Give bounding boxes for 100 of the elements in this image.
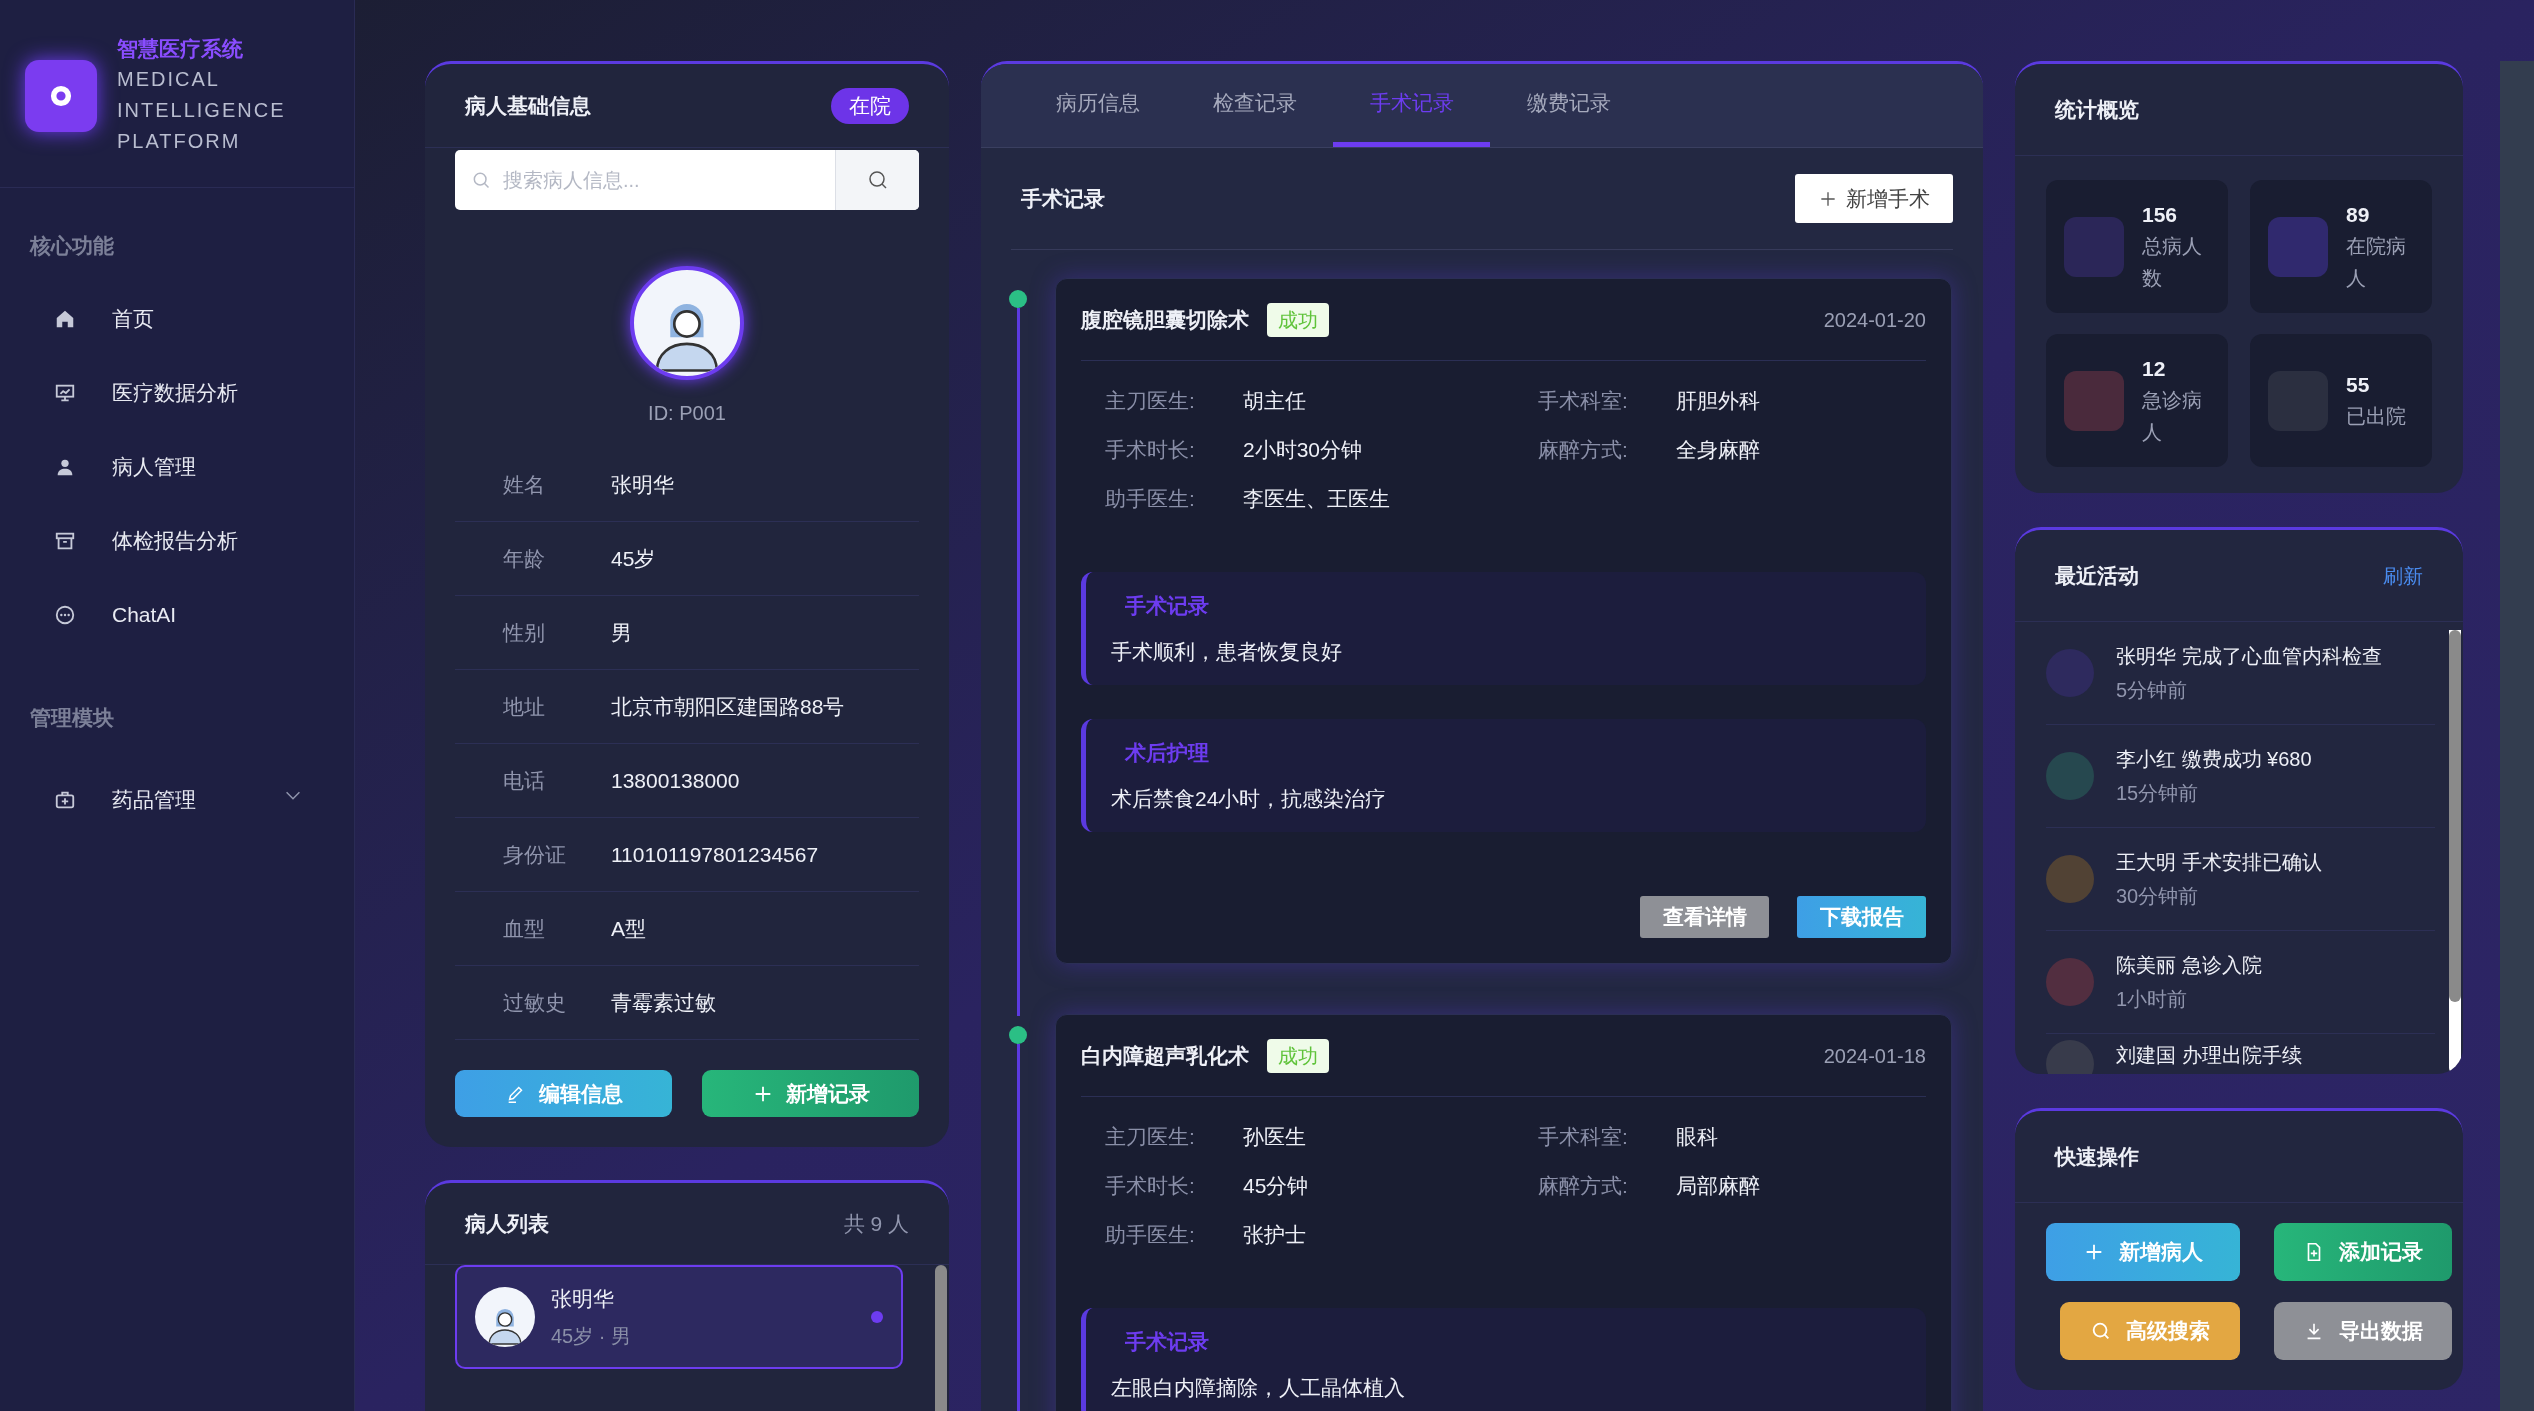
status-badge: 成功: [1267, 302, 1329, 337]
field-label: 姓名: [503, 471, 546, 498]
surgery-date: 2024-01-20: [1823, 307, 1926, 333]
patient-id: ID: P001: [648, 401, 726, 426]
patient-name: 张明华: [551, 1286, 615, 1313]
note-text: 术后禁食24小时，抗感染治疗: [1111, 785, 1388, 812]
field-value: 13800138000: [611, 767, 740, 794]
stat-value: 89: [2346, 201, 2371, 228]
search-bar[interactable]: 搜索病人信息...: [455, 150, 919, 210]
chat-icon: [54, 603, 76, 626]
stat-label: 急诊病人: [2142, 388, 2203, 446]
activity-text: 李小红 缴费成功 ¥680: [2116, 747, 2312, 772]
field-value: 青霉素过敏: [611, 989, 716, 1016]
field-value: 2小时30分钟: [1243, 437, 1364, 463]
field-label: 性别: [503, 619, 546, 646]
note-text: 手术顺利，患者恢复良好: [1111, 638, 1343, 665]
add-surgery-button[interactable]: 新增手术: [1795, 174, 1953, 223]
field-value: 110101197801234567: [611, 841, 819, 868]
field-label: 麻醉方式:: [1538, 437, 1629, 463]
field-value: 北京市朝阳区建国路88号: [611, 693, 845, 720]
field-value: 45岁: [611, 545, 656, 572]
refresh-link[interactable]: 刷新: [2383, 560, 2423, 591]
note-title: 手术记录: [1124, 1329, 1210, 1355]
field-value: 局部麻醉: [1676, 1173, 1761, 1199]
field-label: 主刀医生:: [1105, 1124, 1196, 1150]
stat-label: 已出院: [2346, 404, 2407, 430]
card-title: 统计概览: [2055, 96, 2139, 123]
quick-action-button[interactable]: 添加记录: [2274, 1223, 2452, 1281]
field-label: 主刀医生:: [1105, 388, 1196, 414]
stat-value: 55: [2346, 371, 2371, 398]
activity-text: 刘建国 办理出院手续: [2116, 1043, 2302, 1068]
card-title: 病人列表: [465, 1210, 549, 1237]
card-title: 快速操作: [2055, 1143, 2139, 1170]
field-value: 孙医生: [1243, 1124, 1307, 1150]
app-subtitle: MEDICAL: [117, 67, 221, 92]
activity-text: 陈美丽 急诊入院: [2116, 953, 2262, 978]
stat-value: 12: [2142, 355, 2167, 382]
app-subtitle: PLATFORM: [117, 129, 242, 154]
sidebar-item[interactable]: 体检报告分析: [0, 503, 354, 578]
sidebar-item[interactable]: 药品管理: [0, 763, 354, 837]
field-value: A型: [611, 915, 646, 942]
field-value: 肝胆外科: [1676, 388, 1761, 414]
section-title: 核心功能: [28, 233, 115, 259]
sidebar-item[interactable]: 病人管理: [0, 429, 354, 504]
ring-icon: [50, 84, 72, 107]
field-label: 年龄: [503, 545, 546, 572]
field-label: 手术科室:: [1538, 388, 1629, 414]
surgery-name: 腹腔镜胆囊切除术: [1081, 306, 1249, 333]
surgery-date: 2024-01-18: [1823, 1043, 1926, 1069]
sidebar-item[interactable]: ChatAI: [0, 577, 354, 652]
sidebar-item[interactable]: 首页: [0, 281, 354, 356]
medical-kit-icon: [54, 789, 76, 811]
field-label: 手术时长:: [1105, 1173, 1196, 1199]
field-value: 胡主任: [1243, 388, 1307, 414]
field-value: 45分钟: [1243, 1173, 1310, 1199]
tab[interactable]: 缴费记录: [1490, 64, 1647, 147]
note-title: 手术记录: [1124, 593, 1210, 619]
note-text: 左眼白内障摘除，人工晶体植入: [1111, 1374, 1406, 1401]
field-label: 助手医生:: [1105, 486, 1196, 512]
activity-text: 张明华 完成了心血管内科检查: [2116, 644, 2382, 669]
activity-time: 30分钟前: [2116, 884, 2200, 909]
field-label: 手术科室:: [1538, 1124, 1629, 1150]
field-label: 过敏史: [503, 989, 567, 1016]
note-title: 术后护理: [1123, 740, 1210, 766]
field-label: 电话: [503, 767, 546, 794]
field-label: 身份证: [503, 841, 567, 868]
field-value: 张护士: [1243, 1222, 1307, 1248]
view-details-button[interactable]: 查看详情: [1640, 896, 1769, 938]
search-icon: [471, 170, 491, 190]
quick-action-button[interactable]: 导出数据: [2274, 1302, 2452, 1360]
tab[interactable]: 病历信息: [1019, 64, 1176, 147]
field-label: 手术时长:: [1105, 437, 1196, 463]
field-label: 血型: [503, 915, 546, 942]
patient-list-item[interactable]: 张明华 45岁 · 男: [455, 1265, 903, 1369]
activity-text: 王大明 手术安排已确认: [2116, 850, 2322, 875]
field-value: 眼科: [1676, 1124, 1719, 1150]
section-title: 管理模块: [29, 704, 115, 731]
field-label: 地址: [503, 693, 546, 720]
stat-label: 在院病人: [2346, 234, 2407, 292]
tab[interactable]: 检查记录: [1176, 64, 1333, 147]
search-icon: [2090, 1320, 2112, 1342]
section-title: 手术记录: [1021, 185, 1105, 212]
activity-time: 5分钟前: [2116, 678, 2189, 703]
field-value: 李医生、王医生: [1243, 486, 1391, 512]
patient-meta: 45岁 · 男: [551, 1323, 633, 1349]
app-title: 智慧医疗系统: [117, 36, 244, 62]
search-button[interactable]: [835, 150, 919, 210]
activity-time: 15分钟前: [2116, 781, 2200, 806]
status-badge: 成功: [1267, 1038, 1329, 1073]
activity-time: 1小时前: [2116, 987, 2189, 1012]
status-badge: 在院: [831, 87, 909, 124]
field-label: 助手医生:: [1105, 1222, 1196, 1248]
sidebar-item[interactable]: 医疗数据分析: [0, 355, 354, 430]
stat-label: 总病人数: [2142, 234, 2203, 292]
stat-value: 156: [2142, 201, 2179, 228]
field-value: 张明华: [611, 471, 674, 498]
card-title: 最近活动: [2055, 562, 2139, 589]
add-record-button[interactable]: 新增记录: [702, 1070, 919, 1117]
field-label: 麻醉方式:: [1538, 1173, 1629, 1199]
app-subtitle: INTELLIGENCE: [117, 98, 286, 123]
